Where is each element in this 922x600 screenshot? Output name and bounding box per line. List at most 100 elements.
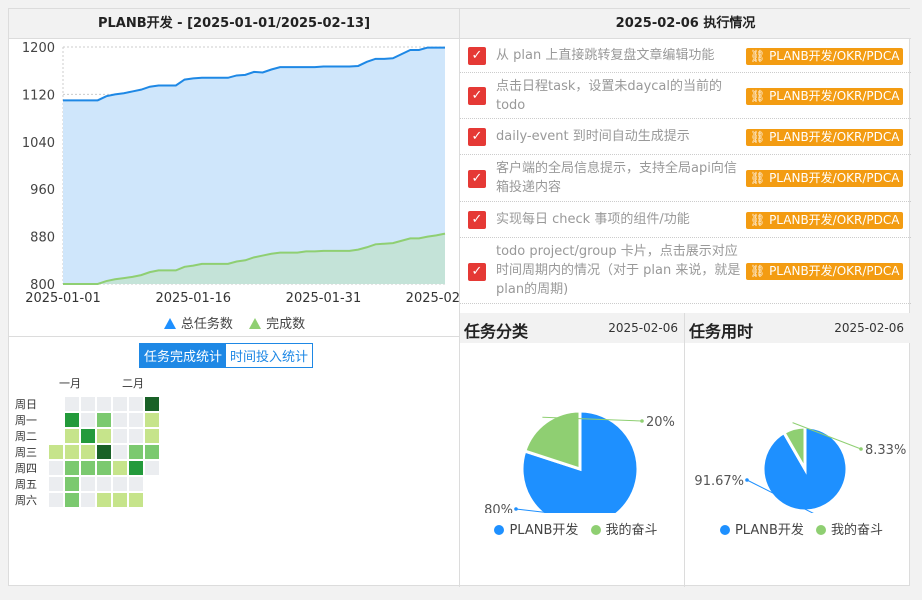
task-item[interactable]: ✓ 点击日程task，设置未daycal的当前的todo ⛓ PLANB开发/O…: [460, 73, 911, 119]
heatmap-cell[interactable]: [113, 397, 127, 411]
task-tag-link[interactable]: ⛓ PLANB开发/OKR/PDCA: [746, 129, 904, 146]
heatmap-cell[interactable]: [65, 445, 79, 459]
legend-item[interactable]: 我的奋斗: [808, 523, 883, 538]
heatmap-cell[interactable]: [113, 445, 127, 459]
heatmap-cell[interactable]: [129, 461, 143, 475]
legend-label-done: 完成数: [266, 317, 306, 332]
heatmap-cell[interactable]: [113, 493, 127, 507]
heatmap-cell[interactable]: [65, 477, 79, 491]
checkbox-checked-icon[interactable]: ✓: [468, 128, 486, 146]
heatmap-cell[interactable]: [97, 493, 111, 507]
pie-task-time-header: 任务用时 2025-02-06: [685, 313, 910, 343]
weekday-label: 周五: [15, 478, 37, 491]
checkbox-checked-icon[interactable]: ✓: [468, 87, 486, 105]
heatmap-cell[interactable]: [49, 461, 63, 475]
heatmap-cell[interactable]: [81, 445, 95, 459]
heatmap-cell[interactable]: [97, 461, 111, 475]
tab-task-completion[interactable]: 任务完成统计: [140, 344, 227, 367]
heatmap-cell[interactable]: [129, 429, 143, 443]
heatmap-cell[interactable]: [97, 429, 111, 443]
heatmap-cell[interactable]: [129, 413, 143, 427]
legend-item-done[interactable]: 完成数: [249, 313, 305, 332]
link-icon: ⛓: [750, 213, 770, 227]
heatmap-cell[interactable]: [145, 461, 159, 475]
pie-task-category-title: 任务分类: [464, 322, 529, 341]
heatmap-cell[interactable]: [81, 413, 95, 427]
link-icon: ⛓: [750, 264, 770, 278]
month-label-jan: 一月: [59, 377, 81, 390]
heatmap-cell[interactable]: [49, 477, 63, 491]
heatmap-cell[interactable]: [113, 413, 127, 427]
task-tag-link[interactable]: ⛓ PLANB开发/OKR/PDCA: [746, 212, 904, 229]
checkbox-checked-icon[interactable]: ✓: [468, 263, 486, 281]
legend-item-total[interactable]: 总任务数: [163, 313, 233, 332]
heatmap-cell[interactable]: [81, 397, 95, 411]
heatmap-cell[interactable]: [97, 445, 111, 459]
weekday-label: 周四: [15, 462, 37, 475]
pie-task-category-header: 任务分类 2025-02-06: [460, 313, 684, 343]
activity-heatmap: 一月 二月 周日 周一 周二 周三 周四 周五 周六: [9, 369, 460, 529]
task-tag-label: PLANB开发/OKR/PDCA: [769, 213, 900, 227]
heatmap-cell[interactable]: [113, 461, 127, 475]
heatmap-cell[interactable]: [81, 493, 95, 507]
heatmap-cell[interactable]: [145, 445, 159, 459]
heatmap-cell[interactable]: [129, 477, 143, 491]
task-item[interactable]: ✓ todo project/group 卡片，点击展示对应时间周期内的情况（对…: [460, 238, 911, 304]
task-item[interactable]: ✓ daily-event 到时间自动生成提示 ⛓ PLANB开发/OKR/PD…: [460, 119, 911, 155]
task-tag-link[interactable]: ⛓ PLANB开发/OKR/PDCA: [746, 170, 904, 187]
heatmap-cell[interactable]: [145, 413, 159, 427]
legend-item[interactable]: 我的奋斗: [583, 523, 658, 538]
task-text: todo project/group 卡片，点击展示对应时间周期内的情况（对于 …: [496, 244, 741, 297]
heatmap-cell[interactable]: [65, 493, 79, 507]
heatmap-cell[interactable]: [129, 397, 143, 411]
pie-task-category-date: 2025-02-06: [608, 321, 678, 335]
checkbox-checked-icon[interactable]: ✓: [468, 47, 486, 65]
heatmap-cell[interactable]: [113, 429, 127, 443]
heatmap-cell[interactable]: [81, 461, 95, 475]
heatmap-cell[interactable]: [145, 429, 159, 443]
legend-item[interactable]: PLANB开发: [712, 523, 804, 538]
task-tag-link[interactable]: ⛓ PLANB开发/OKR/PDCA: [746, 88, 904, 105]
pie-task-category-legend: PLANB开发 我的奋斗: [460, 519, 684, 538]
heatmap-cell[interactable]: [49, 493, 63, 507]
pie-label: 80%: [484, 503, 513, 513]
heatmap-cell[interactable]: [145, 397, 159, 411]
task-tag-label: PLANB开发/OKR/PDCA: [769, 171, 900, 185]
weekday-label: 周六: [15, 494, 37, 507]
task-item[interactable]: ✓ 客户端的全局信息提示，支持全局api向信箱投递内容 ⛓ PLANB开发/OK…: [460, 155, 911, 202]
checkbox-checked-icon[interactable]: ✓: [468, 170, 486, 188]
pie-task-category-svg: 80% 20%: [484, 409, 675, 529]
heatmap-cell[interactable]: [97, 413, 111, 427]
heatmap-cell[interactable]: [65, 413, 79, 427]
heatmap-cell[interactable]: [81, 429, 95, 443]
heatmap-cell[interactable]: [65, 429, 79, 443]
burnup-chart-svg: 8008809601040112012002025-01-01 2025-01-1…: [22, 41, 460, 306]
tab-time-investment[interactable]: 时间投入统计: [226, 344, 313, 367]
heatmap-cell[interactable]: [97, 397, 111, 411]
heatmap-cell[interactable]: [81, 477, 95, 491]
heatmap-cell[interactable]: [65, 461, 79, 475]
triangle-blue-icon: [163, 318, 176, 329]
weekday-label: 周一: [15, 414, 37, 427]
y-tick-label: 1040: [22, 136, 55, 151]
heatmap-cell[interactable]: [129, 445, 143, 459]
legend-item[interactable]: PLANB开发: [486, 523, 578, 538]
pie-label: 91.67%: [694, 474, 744, 489]
link-icon: ⛓: [750, 171, 770, 185]
left-panel: PLANB开发 - [2025-01-01/2025-02-13] 800 880…: [9, 9, 460, 587]
chart-legend: 总任务数 完成数: [9, 313, 460, 332]
heatmap-cell[interactable]: [97, 477, 111, 491]
task-item[interactable]: ✓ 从 plan 上直接跳转复盘文章编辑功能 ⛓ PLANB开发/OKR/PDC…: [460, 39, 911, 73]
task-tag-link[interactable]: ⛓ PLANB开发/OKR/PDCA: [746, 48, 904, 65]
heatmap-cell[interactable]: [49, 445, 63, 459]
heatmap-cell[interactable]: [65, 397, 79, 411]
task-item[interactable]: ✓ 实现每日 check 事项的组件/功能 ⛓ PLANB开发/OKR/PDCA: [460, 202, 911, 238]
legend-label: 我的奋斗: [831, 523, 884, 538]
dot-green-icon: [816, 525, 827, 535]
heatmap-cell[interactable]: [129, 493, 143, 507]
task-tag-link[interactable]: ⛓ PLANB开发/OKR/PDCA: [746, 263, 904, 280]
task-text: 点击日程task，设置未daycal的当前的todo: [496, 79, 723, 113]
heatmap-cell[interactable]: [113, 477, 127, 491]
checkbox-checked-icon[interactable]: ✓: [468, 211, 486, 229]
weekday-label: 周二: [15, 430, 37, 443]
